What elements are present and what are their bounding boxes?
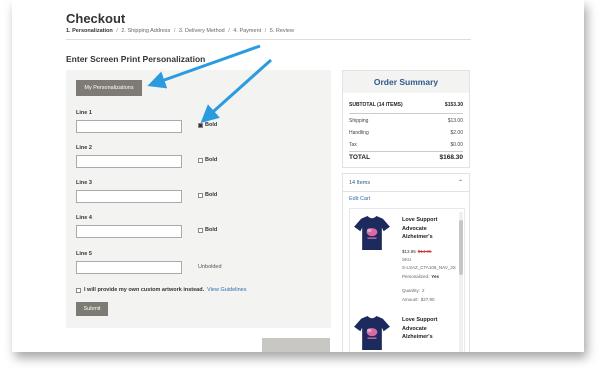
summary-divider xyxy=(349,151,463,152)
cart-item-list[interactable]: Love Support Advocate Alzheimer's $13.95… xyxy=(349,208,465,352)
line-5-unbolded-label: Unbolded xyxy=(198,264,222,270)
total-label: TOTAL xyxy=(349,154,371,161)
total-value: $168.30 xyxy=(439,154,464,161)
step-delivery-method[interactable]: 3. Delivery Method xyxy=(179,28,225,34)
step-personalization[interactable]: 1. Personalization xyxy=(66,28,113,34)
step-shipping-address[interactable]: 2. Shipping Address xyxy=(121,28,170,34)
step-payment[interactable]: 4. Payment xyxy=(233,28,261,34)
tax-label: Tax xyxy=(349,142,357,148)
line-4-bold-option[interactable]: Bold xyxy=(198,227,217,233)
order-summary-title: Order Summary xyxy=(343,71,469,93)
checkbox-icon[interactable] xyxy=(198,227,203,233)
line-2-bold-option[interactable]: Bold xyxy=(198,157,217,163)
tax-row: Tax $0.00 xyxy=(349,142,463,148)
handling-value: $2.00 xyxy=(450,130,463,136)
shipping-row: Shipping $13.00 xyxy=(349,118,463,124)
chevron-up-icon[interactable]: ⌃ xyxy=(458,179,463,186)
line-4-label: Line 4 xyxy=(76,215,92,221)
shipping-value: $13.00 xyxy=(447,118,463,124)
items-count-toggle[interactable]: 14 Items xyxy=(349,180,370,186)
custom-artwork-option[interactable]: I will provide my own custom artwork ins… xyxy=(76,287,246,293)
checkbox-icon[interactable] xyxy=(76,287,81,293)
step-separator: / xyxy=(228,28,230,34)
items-divider xyxy=(343,191,469,192)
amount-label: Amount: xyxy=(402,297,419,302)
subtotal-label: SUBTOTAL (14 ITEMS) xyxy=(349,102,403,108)
line-2-input[interactable] xyxy=(76,155,182,168)
step-separator: / xyxy=(116,28,118,34)
line-1-label: Line 1 xyxy=(76,110,92,116)
handling-row: Handling $2.00 xyxy=(349,130,463,136)
product-name[interactable]: Love Support Advocate Alzheimer's xyxy=(402,316,457,342)
line-2-bold-label: Bold xyxy=(205,157,218,163)
line-1-input[interactable] xyxy=(76,120,182,133)
cart-items-panel: 14 Items ⌃ Edit Cart Love Support Advoca… xyxy=(342,173,470,352)
order-summary: Order Summary SUBTOTAL (14 ITEMS) $153.3… xyxy=(342,70,470,168)
handling-label: Handling xyxy=(349,130,369,136)
header-divider xyxy=(66,39,471,40)
product-amount-row: Amount: $27.90 xyxy=(402,297,435,302)
page-title: Checkout xyxy=(66,11,126,26)
step-separator: / xyxy=(173,28,176,34)
checkbox-icon[interactable] xyxy=(198,157,203,163)
product-personalized-row: Personalized: Yes xyxy=(402,274,439,279)
product-old-price: $14.95 xyxy=(417,249,432,254)
scrollbar-thumb[interactable] xyxy=(459,220,463,275)
personalized-label: Personalized: xyxy=(402,274,430,279)
quantity-label: Quantity: xyxy=(402,288,421,293)
product-name[interactable]: Love Support Advocate Alzheimer's xyxy=(402,216,457,242)
checkbox-icon[interactable] xyxy=(198,192,203,198)
checkout-steps: 1. Personalization / 2. Shipping Address… xyxy=(66,28,294,34)
product-sku-label: SKU xyxy=(402,257,412,262)
line-3-input[interactable] xyxy=(76,190,182,203)
continue-button[interactable] xyxy=(262,338,330,352)
line-3-bold-label: Bold xyxy=(205,192,218,198)
step-separator: / xyxy=(264,28,267,34)
quantity-value: 2 xyxy=(422,288,425,293)
total-row: TOTAL $168.30 xyxy=(349,154,463,161)
subtotal-row: SUBTOTAL (14 ITEMS) $153.30 xyxy=(349,102,463,108)
view-guidelines-link[interactable]: View Guidelines xyxy=(207,287,246,293)
summary-divider xyxy=(349,113,463,114)
line-5-label: Line 5 xyxy=(76,251,92,257)
checkbox-icon[interactable] xyxy=(198,122,203,128)
product-price-row: $13.95 $14.95 xyxy=(402,249,432,254)
line-3-label: Line 3 xyxy=(76,180,92,186)
amount-value: $27.90 xyxy=(420,297,435,302)
product-quantity-row: Quantity: 2 xyxy=(402,288,425,293)
submit-button[interactable]: Submit xyxy=(76,302,108,316)
line-4-input[interactable] xyxy=(76,225,182,238)
step-review[interactable]: 5. Review xyxy=(270,28,294,34)
cart-scrollbar[interactable] xyxy=(459,212,463,352)
line-1-bold-label: Bold xyxy=(205,122,218,128)
tshirt-image xyxy=(354,316,390,350)
tshirt-image xyxy=(354,216,390,250)
my-personalizations-button[interactable]: My Personalizations xyxy=(76,80,142,96)
product-price: $13.95 xyxy=(402,249,416,254)
custom-artwork-label: I will provide my own custom artwork ins… xyxy=(84,287,205,293)
product-sku: S-LSAZ_CTA106_NAV_3X xyxy=(402,265,456,270)
line-3-bold-option[interactable]: Bold xyxy=(198,192,217,198)
line-2-label: Line 2 xyxy=(76,145,92,151)
line-5-input[interactable] xyxy=(76,261,182,274)
edit-cart-link[interactable]: Edit Cart xyxy=(349,196,370,202)
line-1-bold-option[interactable]: Bold xyxy=(198,122,217,128)
tax-value: $0.00 xyxy=(450,142,463,148)
line-4-bold-label: Bold xyxy=(205,227,218,233)
shipping-label: Shipping xyxy=(349,118,369,124)
subtotal-value: $153.30 xyxy=(444,102,463,108)
personalized-value: Yes xyxy=(431,274,440,279)
checkout-screenshot: Checkout 1. Personalization / 2. Shippin… xyxy=(12,0,584,352)
section-heading: Enter Screen Print Personalization xyxy=(66,54,206,64)
